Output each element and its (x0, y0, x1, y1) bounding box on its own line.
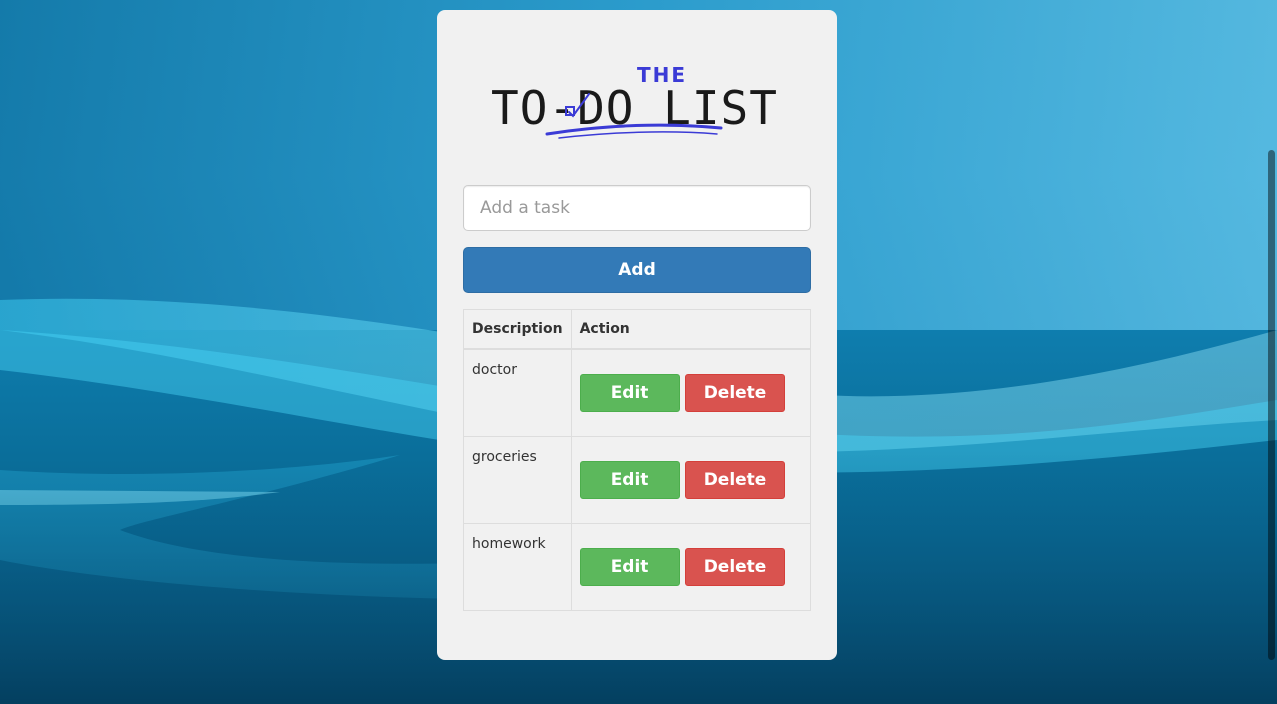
todo-list-logo: THE TO-DO LIST (491, 63, 777, 139)
tasks-table: Description Action doctor Edit Delete gr… (463, 309, 812, 611)
table-row: doctor Edit Delete (463, 348, 812, 437)
delete-button[interactable]: Delete (685, 460, 786, 499)
scrollbar-thumb[interactable] (1268, 150, 1275, 660)
edit-button[interactable]: Edit (579, 547, 680, 586)
header-action: Action (570, 309, 812, 350)
table-header-row: Description Action (463, 309, 812, 350)
add-task-input[interactable] (463, 185, 811, 231)
task-description: doctor (463, 348, 572, 437)
todo-card: THE TO-DO LIST Add Description Action do… (437, 10, 837, 660)
task-actions: Edit Delete (570, 435, 812, 524)
task-actions: Edit Delete (570, 348, 812, 437)
table-row: groceries Edit Delete (463, 435, 812, 524)
delete-button[interactable]: Delete (685, 374, 786, 412)
table-row: homework Edit Delete (463, 522, 812, 611)
task-actions: Edit Delete (570, 522, 812, 611)
edit-button[interactable]: Edit (579, 460, 680, 499)
delete-button[interactable]: Delete (685, 547, 786, 586)
header-description: Description (463, 309, 572, 350)
page-scrollbar[interactable] (1265, 0, 1277, 704)
edit-button[interactable]: Edit (579, 374, 680, 412)
task-description: groceries (463, 435, 572, 524)
task-description: homework (463, 522, 572, 611)
add-button[interactable]: Add (463, 247, 811, 293)
